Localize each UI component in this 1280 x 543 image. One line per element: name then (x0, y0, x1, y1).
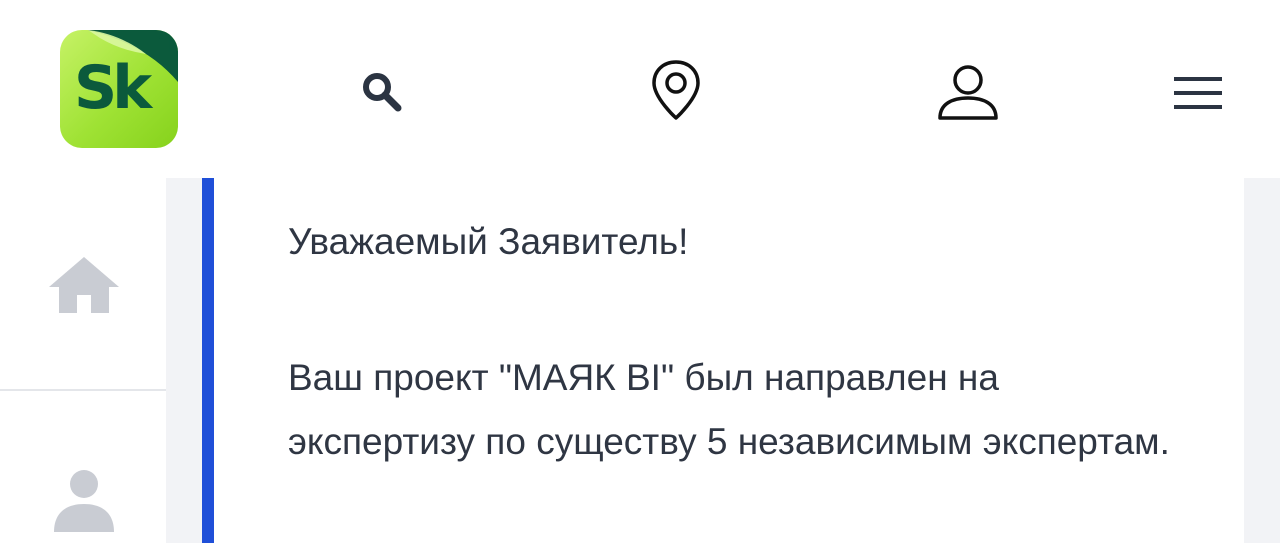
search-button[interactable] (352, 66, 412, 118)
message-accent-bar (202, 178, 214, 543)
right-gutter (1244, 178, 1280, 543)
page: Sk 15 (0, 0, 1280, 543)
sidebar-item-home[interactable] (44, 250, 124, 320)
search-icon (363, 73, 402, 112)
hamburger-menu-icon (1174, 77, 1222, 109)
skolkovo-logo[interactable]: Sk 15 (60, 30, 178, 148)
logo-badge: 15 (156, 30, 178, 64)
sidebar-gutter (166, 178, 202, 543)
sidebar-divider (0, 389, 166, 391)
user-icon (54, 470, 114, 532)
location-button[interactable] (644, 58, 708, 122)
profile-button[interactable] (934, 62, 1002, 122)
top-header: Sk 15 (0, 0, 1280, 178)
message-greeting: Уважаемый Заявитель! (288, 221, 689, 262)
logo-mark: Sk (74, 53, 152, 123)
map-pin-icon (652, 60, 700, 120)
user-icon (938, 65, 998, 120)
menu-button[interactable] (1168, 70, 1228, 116)
sidebar-item-profile[interactable] (44, 464, 124, 534)
home-icon (49, 257, 119, 313)
message-body: Ваш проект "МАЯК BI" был направлен на эк… (288, 357, 1170, 462)
